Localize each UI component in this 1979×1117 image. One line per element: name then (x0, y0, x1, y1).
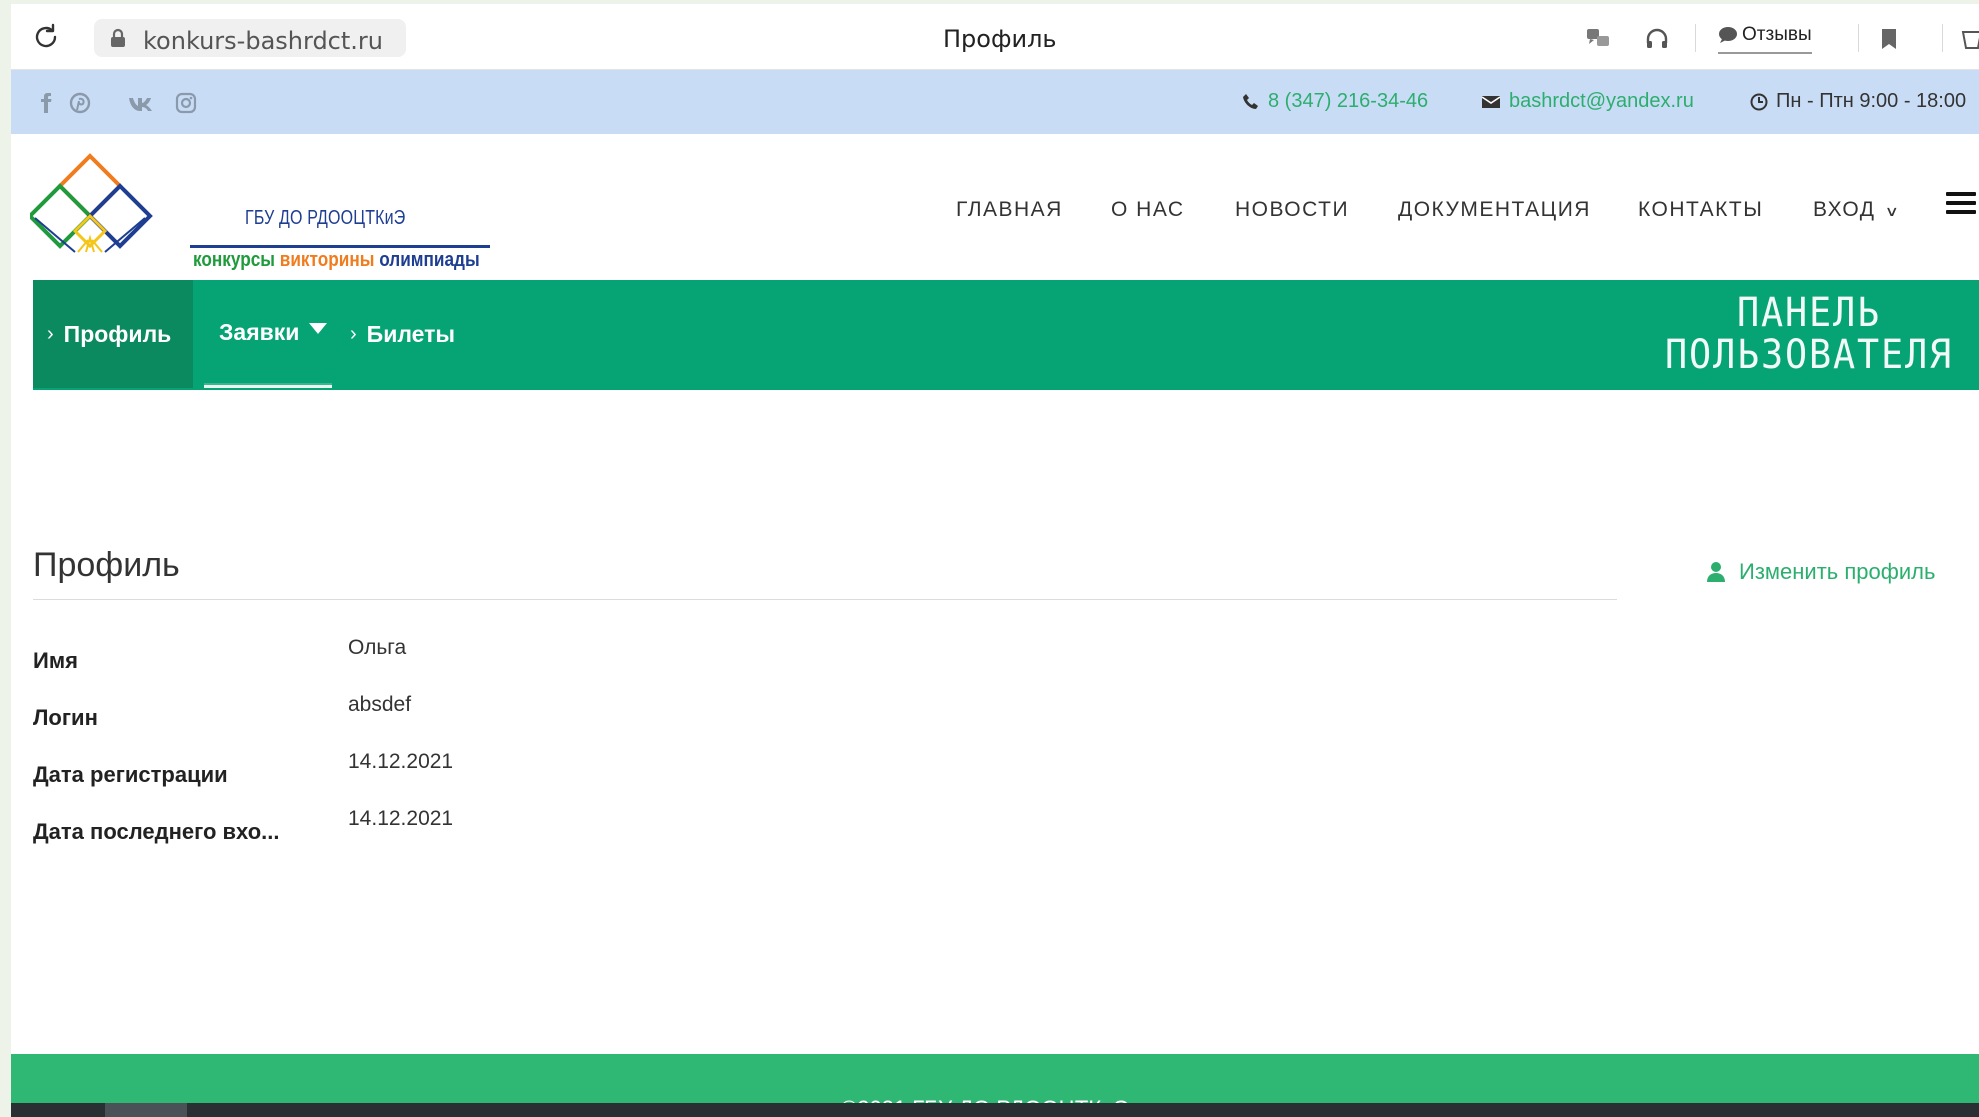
logo-org-name: ГБУ ДО РДООЦТКиЭ (245, 207, 406, 229)
email-contact[interactable]: bashrdct@yandex.ru (1481, 90, 1694, 113)
speech-bubble-icon (1719, 27, 1737, 43)
chevron-down-icon: ∨ (1884, 203, 1901, 219)
taskbar-edge (0, 1103, 11, 1117)
work-hours: Пн - Птн 9:00 - 18:00 (1750, 90, 1966, 113)
pinterest-icon[interactable] (69, 92, 91, 114)
tagline-word-olympiads: олимпиады (379, 249, 480, 271)
field-value: 14.12.2021 (348, 750, 454, 773)
phone-icon (1243, 93, 1258, 109)
screen: konkurs-bashrdct.ru Профиль Отзывы 8 (34… (0, 0, 1979, 1117)
taskbar-button[interactable] (105, 1103, 187, 1117)
os-taskbar (0, 1103, 1979, 1117)
top-info-bar: 8 (347) 216-34-46 bashrdct@yandex.ru Пн … (11, 70, 1979, 134)
panel-tab-tickets[interactable]: › Билеты (336, 280, 468, 388)
browser-window: konkurs-bashrdct.ru Профиль Отзывы 8 (34… (11, 4, 1979, 1117)
envelope-icon (1481, 95, 1501, 108)
profile-field-last-login: Дата последнего вхо... 14.12.2021 (33, 807, 633, 857)
browser-toolbar: konkurs-bashrdct.ru Профиль Отзывы (11, 4, 1979, 70)
field-label: Дата регистрации (33, 762, 228, 787)
tab-title: Профиль (943, 25, 1057, 53)
logo-diamonds-icon (27, 153, 153, 253)
facebook-icon[interactable] (35, 92, 57, 114)
toolbar-separator (1695, 24, 1696, 52)
clock-icon (1750, 93, 1768, 110)
site-logo[interactable]: ГБУ ДО РДООЦТКиЭ конкурсы викторины олим… (27, 152, 490, 271)
tagline-word-quizzes: викторины (279, 249, 375, 271)
profile-field-login: Логин absdef (33, 693, 633, 743)
user-icon (1707, 562, 1725, 582)
reviews-label: Отзывы (1742, 24, 1812, 45)
email-address[interactable]: bashrdct@yandex.ru (1509, 90, 1694, 113)
nav-item-documentation[interactable]: ДОКУМЕНТАЦИЯ (1398, 198, 1591, 222)
caret-down-icon (309, 323, 328, 334)
download-icon[interactable] (1959, 26, 1979, 52)
profile-heading: Профиль (33, 546, 180, 584)
panel-tab-profile-label: Профиль (63, 320, 172, 347)
headphones-icon[interactable] (1644, 26, 1670, 52)
panel-tab-profile[interactable]: › Профиль (33, 280, 193, 388)
vk-icon[interactable] (127, 92, 155, 114)
field-value: Ольга (348, 636, 407, 659)
address-url[interactable]: konkurs-bashrdct.ru (143, 27, 383, 55)
lock-icon (111, 28, 125, 47)
tagline-word-contests: конкурсы (193, 249, 275, 271)
translate-icon[interactable] (1585, 26, 1611, 52)
site-header: ГБУ ДО РДООЦТКиЭ конкурсы викторины олим… (11, 134, 1979, 280)
instagram-icon[interactable] (175, 92, 197, 114)
field-value: 14.12.2021 (348, 807, 454, 830)
panel-tab-applications-label: Заявки (219, 319, 300, 345)
logo-divider (190, 245, 490, 248)
phone-contact[interactable]: 8 (347) 216-34-46 (1242, 90, 1428, 113)
toolbar-separator (1858, 24, 1859, 52)
nav-item-contacts[interactable]: КОНТАКТЫ (1638, 198, 1763, 222)
panel-tab-applications[interactable]: Заявки (204, 280, 332, 388)
nav-item-news[interactable]: НОВОСТИ (1235, 198, 1349, 222)
profile-divider (33, 599, 1617, 600)
chevron-right-icon: › (350, 322, 357, 345)
nav-item-login[interactable]: ВХОД ∨ (1813, 198, 1899, 222)
profile-field-registration-date: Дата регистрации 14.12.2021 (33, 750, 633, 800)
panel-tab-tickets-label: Билеты (366, 320, 456, 347)
reload-icon[interactable] (31, 22, 61, 52)
nav-login-label: ВХОД (1813, 198, 1876, 221)
address-bar[interactable]: konkurs-bashrdct.ru (94, 19, 406, 57)
edit-profile-label[interactable]: Изменить профиль (1739, 559, 1935, 585)
toolbar-separator (1942, 24, 1943, 52)
edit-profile-link[interactable]: Изменить профиль (1705, 559, 1935, 585)
panel-title-line2: ПОЛЬЗОВАТЕЛЯ (1665, 332, 1953, 378)
work-hours-text: Пн - Птн 9:00 - 18:00 (1776, 90, 1967, 112)
field-label: Дата последнего вхо... (33, 819, 280, 844)
hamburger-menu-icon[interactable] (1946, 192, 1976, 218)
field-label: Логин (33, 705, 98, 730)
nav-item-home[interactable]: ГЛАВНАЯ (956, 198, 1063, 222)
phone-number[interactable]: 8 (347) 216-34-46 (1268, 90, 1428, 113)
reviews-button[interactable]: Отзывы (1718, 20, 1812, 54)
nav-item-about[interactable]: О НАС (1111, 198, 1185, 222)
field-value: absdef (348, 693, 412, 716)
logo-tagline: конкурсы викторины олимпиады (193, 249, 480, 272)
panel-title: ПАНЕЛЬ ПОЛЬЗОВАТЕЛЯ (1665, 292, 1953, 376)
bookmark-icon[interactable] (1876, 26, 1902, 52)
field-label: Имя (33, 648, 78, 673)
profile-field-name: Имя Ольга (33, 636, 633, 686)
user-panel-bar: › Профиль Заявки › Билеты ПАНЕЛЬ ПОЛЬЗОВ… (33, 280, 1979, 390)
chevron-right-icon: › (47, 322, 54, 345)
panel-title-line1: ПАНЕЛЬ (1737, 290, 1882, 336)
